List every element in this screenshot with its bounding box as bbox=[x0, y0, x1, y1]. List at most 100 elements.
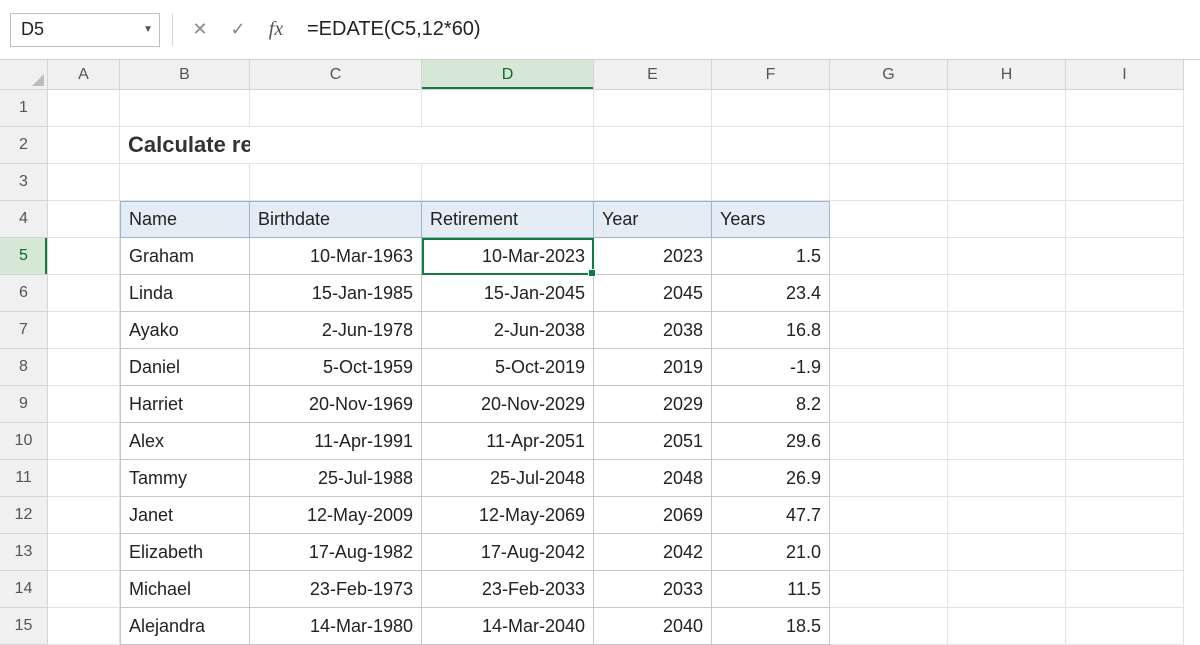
cell[interactable] bbox=[250, 127, 422, 164]
cell-retire[interactable]: 20-Nov-2029 bbox=[422, 386, 594, 423]
cell-years[interactable]: 47.7 bbox=[712, 497, 830, 534]
row-header[interactable]: 9 bbox=[0, 386, 48, 423]
cell[interactable] bbox=[594, 90, 712, 127]
cell[interactable] bbox=[948, 386, 1066, 423]
col-header[interactable]: B bbox=[120, 60, 250, 90]
cell-years[interactable]: 11.5 bbox=[712, 571, 830, 608]
table-header-birth[interactable]: Birthdate bbox=[250, 201, 422, 238]
cell-retire[interactable]: 2-Jun-2038 bbox=[422, 312, 594, 349]
cell[interactable] bbox=[48, 238, 120, 275]
cell[interactable] bbox=[712, 164, 830, 201]
cell-year[interactable]: 2042 bbox=[594, 534, 712, 571]
cell[interactable] bbox=[712, 90, 830, 127]
cell-retire[interactable]: 17-Aug-2042 bbox=[422, 534, 594, 571]
cell[interactable] bbox=[422, 164, 594, 201]
cell-name[interactable]: Daniel bbox=[120, 349, 250, 386]
cell[interactable] bbox=[830, 571, 948, 608]
cell[interactable] bbox=[830, 127, 948, 164]
cell-years[interactable]: 8.2 bbox=[712, 386, 830, 423]
cell[interactable] bbox=[830, 90, 948, 127]
cell[interactable] bbox=[1066, 423, 1184, 460]
cell[interactable] bbox=[948, 238, 1066, 275]
confirm-formula-icon[interactable]: ✓ bbox=[223, 15, 253, 45]
cell[interactable] bbox=[48, 201, 120, 238]
cell-name[interactable]: Harriet bbox=[120, 386, 250, 423]
cell-years[interactable]: -1.9 bbox=[712, 349, 830, 386]
col-header[interactable]: A bbox=[48, 60, 120, 90]
cell-name[interactable]: Alejandra bbox=[120, 608, 250, 645]
cell[interactable] bbox=[1066, 201, 1184, 238]
row-header[interactable]: 15 bbox=[0, 608, 48, 645]
cell[interactable] bbox=[1066, 127, 1184, 164]
cell[interactable] bbox=[1066, 349, 1184, 386]
cell[interactable] bbox=[830, 349, 948, 386]
cell-retire[interactable]: 5-Oct-2019 bbox=[422, 349, 594, 386]
cell-birth[interactable]: 20-Nov-1969 bbox=[250, 386, 422, 423]
table-header-retire[interactable]: Retirement bbox=[422, 201, 594, 238]
row-header[interactable]: 10 bbox=[0, 423, 48, 460]
cell-year[interactable]: 2069 bbox=[594, 497, 712, 534]
cell-birth[interactable]: 23-Feb-1973 bbox=[250, 571, 422, 608]
cell[interactable] bbox=[830, 312, 948, 349]
row-header[interactable]: 1 bbox=[0, 90, 48, 127]
cell[interactable] bbox=[48, 608, 120, 645]
cell-year[interactable]: 2040 bbox=[594, 608, 712, 645]
cell[interactable] bbox=[830, 164, 948, 201]
cell-name[interactable]: Alex bbox=[120, 423, 250, 460]
cell[interactable] bbox=[830, 608, 948, 645]
cell-birth[interactable]: 14-Mar-1980 bbox=[250, 608, 422, 645]
cell-year[interactable]: 2033 bbox=[594, 571, 712, 608]
cell-retire[interactable]: 10-Mar-2023 bbox=[422, 238, 594, 275]
cell[interactable] bbox=[948, 497, 1066, 534]
cell-retire[interactable]: 23-Feb-2033 bbox=[422, 571, 594, 608]
cell-birth[interactable]: 25-Jul-1988 bbox=[250, 460, 422, 497]
cell[interactable] bbox=[1066, 534, 1184, 571]
row-header[interactable]: 13 bbox=[0, 534, 48, 571]
cell-year[interactable]: 2048 bbox=[594, 460, 712, 497]
cell-retire[interactable]: 15-Jan-2045 bbox=[422, 275, 594, 312]
cell-birth[interactable]: 15-Jan-1985 bbox=[250, 275, 422, 312]
chevron-down-icon[interactable]: ▼ bbox=[143, 24, 153, 35]
cell-year[interactable]: 2019 bbox=[594, 349, 712, 386]
cell[interactable] bbox=[1066, 275, 1184, 312]
cell[interactable] bbox=[1066, 164, 1184, 201]
cell[interactable] bbox=[1066, 312, 1184, 349]
cell-years[interactable]: 26.9 bbox=[712, 460, 830, 497]
cell[interactable] bbox=[830, 201, 948, 238]
cell[interactable] bbox=[48, 127, 120, 164]
col-header[interactable]: H bbox=[948, 60, 1066, 90]
cell-name[interactable]: Linda bbox=[120, 275, 250, 312]
cell[interactable] bbox=[948, 349, 1066, 386]
select-all-corner[interactable] bbox=[0, 60, 48, 90]
cell[interactable] bbox=[250, 164, 422, 201]
cell[interactable] bbox=[120, 164, 250, 201]
cell[interactable] bbox=[948, 90, 1066, 127]
cell-years[interactable]: 1.5 bbox=[712, 238, 830, 275]
name-box[interactable]: D5 ▼ bbox=[10, 13, 160, 47]
cell[interactable] bbox=[830, 386, 948, 423]
cell-year[interactable]: 2051 bbox=[594, 423, 712, 460]
cell[interactable] bbox=[48, 312, 120, 349]
cell[interactable] bbox=[830, 275, 948, 312]
cell-name[interactable]: Elizabeth bbox=[120, 534, 250, 571]
formula-input[interactable] bbox=[299, 13, 1194, 47]
cell[interactable] bbox=[948, 534, 1066, 571]
col-header[interactable]: D bbox=[422, 60, 594, 90]
cell-years[interactable]: 29.6 bbox=[712, 423, 830, 460]
page-title[interactable]: Calculate retirement date bbox=[120, 127, 250, 164]
cell-birth[interactable]: 12-May-2009 bbox=[250, 497, 422, 534]
cell[interactable] bbox=[712, 127, 830, 164]
cell[interactable] bbox=[830, 460, 948, 497]
cell-name[interactable]: Graham bbox=[120, 238, 250, 275]
cell[interactable] bbox=[948, 423, 1066, 460]
cell-name[interactable]: Ayako bbox=[120, 312, 250, 349]
cell[interactable] bbox=[1066, 460, 1184, 497]
cell[interactable] bbox=[48, 349, 120, 386]
cell[interactable] bbox=[1066, 238, 1184, 275]
cell[interactable] bbox=[48, 275, 120, 312]
col-header[interactable]: G bbox=[830, 60, 948, 90]
col-header[interactable]: F bbox=[712, 60, 830, 90]
row-header[interactable]: 6 bbox=[0, 275, 48, 312]
cell[interactable] bbox=[830, 238, 948, 275]
table-header-name[interactable]: Name bbox=[120, 201, 250, 238]
